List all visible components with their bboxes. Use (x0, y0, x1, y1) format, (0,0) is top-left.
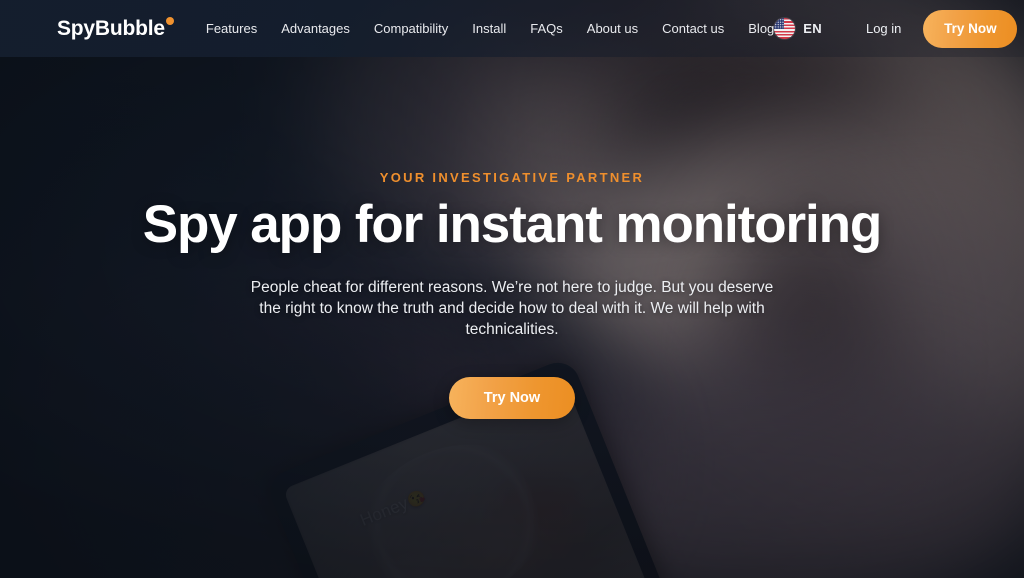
main-navigation: SpyBubble Features Advantages Compatibil… (0, 0, 1024, 57)
site-logo[interactable]: SpyBubble (57, 16, 174, 41)
hero-subcopy: People cheat for different reasons. We’r… (250, 278, 774, 339)
nav-link-compatibility[interactable]: Compatibility (374, 21, 448, 36)
language-code: EN (803, 21, 822, 36)
nav-try-now-button[interactable]: Try Now (923, 9, 1018, 48)
nav-link-about-us[interactable]: About us (587, 21, 638, 36)
site-logo-text: SpyBubble (57, 16, 165, 40)
nav-links: Features Advantages Compatibility Instal… (206, 21, 774, 36)
login-link[interactable]: Log in (866, 21, 901, 36)
nav-link-blog[interactable]: Blog (748, 21, 774, 36)
hero-content: YOUR INVESTIGATIVE PARTNER Spy app for i… (0, 0, 1024, 419)
nav-link-install[interactable]: Install (472, 21, 506, 36)
nav-right-group: EN Log in Try Now (774, 9, 1018, 48)
language-switcher[interactable]: EN (774, 18, 822, 39)
hero-section: Honey😘 SpyBubble Features Advantages Com… (0, 0, 1024, 578)
hero-eyebrow: YOUR INVESTIGATIVE PARTNER (379, 170, 645, 185)
nav-link-advantages[interactable]: Advantages (281, 21, 350, 36)
nav-link-faqs[interactable]: FAQs (530, 21, 563, 36)
logo-dot-icon (165, 16, 174, 25)
nav-link-contact-us[interactable]: Contact us (662, 21, 724, 36)
us-flag-icon (774, 18, 796, 39)
nav-link-features[interactable]: Features (206, 21, 257, 36)
hero-headline: Spy app for instant monitoring (142, 195, 883, 254)
hero-try-now-button[interactable]: Try Now (449, 376, 575, 419)
